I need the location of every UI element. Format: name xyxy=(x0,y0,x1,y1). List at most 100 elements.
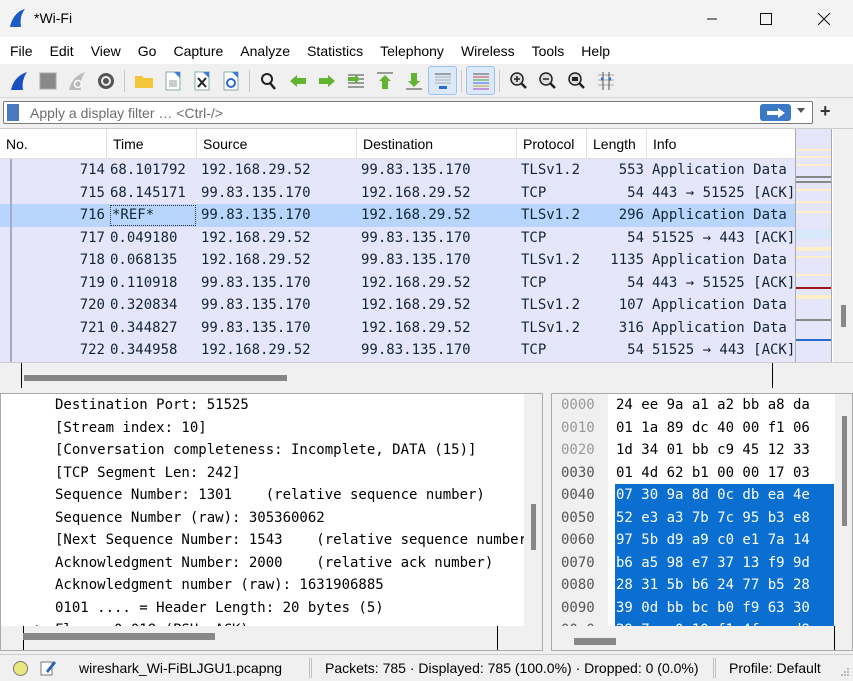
menu-capture[interactable]: Capture xyxy=(168,43,235,59)
packet-list-vscrollbar[interactable] xyxy=(833,129,853,362)
packet-minimap[interactable] xyxy=(795,129,832,362)
menu-edit[interactable]: Edit xyxy=(45,43,86,59)
open-file-button[interactable] xyxy=(129,66,158,95)
find-packet-button[interactable] xyxy=(254,66,283,95)
details-hscrollbar[interactable] xyxy=(1,626,542,650)
column-header-time[interactable]: Time xyxy=(107,129,197,159)
go-to-packet-button[interactable] xyxy=(341,66,370,95)
column-header-length[interactable]: Length xyxy=(587,129,647,159)
packet-row[interactable]: 718 0.068135 192.168.29.52 99.83.135.170… xyxy=(0,249,795,272)
scroll-thumb[interactable] xyxy=(531,504,536,550)
toolbar-separator xyxy=(461,69,462,92)
menu-wireless[interactable]: Wireless xyxy=(456,43,527,59)
detail-line[interactable]: [Stream index: 10] xyxy=(55,417,207,440)
start-capture-button[interactable] xyxy=(4,66,33,95)
packet-length: 107 xyxy=(618,297,644,313)
menu-tools[interactable]: Tools xyxy=(527,43,577,59)
profile-selector[interactable]: Profile: Default xyxy=(729,660,821,676)
display-filter-input[interactable]: Apply a display filter … <Ctrl-/> xyxy=(3,101,813,124)
hex-bytes[interactable]: 24 ee 9a a1 a2 bb a8 da xyxy=(615,394,834,417)
detail-line[interactable]: [Next Sequence Number: 1543 (relative se… xyxy=(55,529,542,552)
close-button[interactable] xyxy=(801,0,847,37)
details-vscrollbar[interactable] xyxy=(524,394,542,626)
packet-row[interactable]: 715 68.145171 99.83.135.170 192.168.29.5… xyxy=(0,182,795,205)
packet-list-hscrollbar[interactable] xyxy=(0,362,853,388)
colorize-button[interactable] xyxy=(466,66,495,95)
capture-comment-icon[interactable] xyxy=(40,659,56,676)
zoom-in-button[interactable] xyxy=(504,66,533,95)
stop-capture-button[interactable] xyxy=(33,66,62,95)
go-back-button[interactable] xyxy=(283,66,312,95)
expert-info-indicator-icon[interactable] xyxy=(13,661,28,676)
packet-row[interactable]: 719 0.110918 99.83.135.170 192.168.29.52… xyxy=(0,272,795,295)
detail-line[interactable]: 0101 .... = Header Length: 20 bytes (5) xyxy=(55,597,384,620)
packet-row[interactable]: 721 0.344827 99.83.135.170 192.168.29.52… xyxy=(0,317,795,340)
restart-capture-button[interactable] xyxy=(62,66,91,95)
packet-protocol: TLSv1.2 xyxy=(521,297,581,313)
packet-destination: 192.168.29.52 xyxy=(361,297,471,313)
scroll-thumb[interactable] xyxy=(23,633,215,640)
detail-line[interactable]: Acknowledgment number (raw): 1631906885 xyxy=(55,574,384,597)
capture-options-button[interactable] xyxy=(91,66,120,95)
packet-time: 0.068135 xyxy=(110,252,178,268)
packet-source: 99.83.135.170 xyxy=(201,297,311,313)
detail-line[interactable]: Sequence Number: 1301 (relative sequence… xyxy=(55,484,485,507)
close-file-button[interactable] xyxy=(187,66,216,95)
column-header-info[interactable]: Info xyxy=(647,129,795,159)
filter-bookmark-icon[interactable] xyxy=(7,104,19,121)
resize-columns-button[interactable] xyxy=(591,66,620,95)
packet-row[interactable]: 714 68.101792 192.168.29.52 99.83.135.17… xyxy=(0,159,795,182)
column-header-destination[interactable]: Destination xyxy=(357,129,517,159)
hex-bytes[interactable]: 01 1a 89 dc 40 00 f1 06 xyxy=(615,417,834,440)
apply-filter-button[interactable] xyxy=(760,104,791,121)
hex-bytes-selected[interactable]: b6 a5 98 e7 37 13 f9 9d xyxy=(615,551,834,574)
packet-row-selected[interactable]: 716 *REF* 99.83.135.170 192.168.29.52 TL… xyxy=(0,204,795,227)
detail-line[interactable]: Destination Port: 51525 xyxy=(55,394,249,417)
hex-bytes[interactable]: 1d 34 01 bb c9 45 12 33 xyxy=(615,439,834,462)
hex-bytes-selected[interactable]: 97 5b d9 a9 c0 e1 7a 14 xyxy=(615,529,834,552)
menu-analyze[interactable]: Analyze xyxy=(235,43,302,59)
scroll-thumb[interactable] xyxy=(574,638,616,645)
last-packet-button[interactable] xyxy=(399,66,428,95)
detail-line[interactable]: Sequence Number (raw): 305360062 xyxy=(55,507,325,530)
menu-file[interactable]: File xyxy=(5,43,45,59)
column-header-source[interactable]: Source xyxy=(197,129,357,159)
maximize-button[interactable] xyxy=(743,0,789,37)
go-forward-button[interactable] xyxy=(312,66,341,95)
minimize-button[interactable] xyxy=(689,0,735,37)
menu-help[interactable]: Help xyxy=(576,43,622,59)
column-header-no[interactable]: No. xyxy=(0,129,107,159)
packet-row[interactable]: 720 0.320834 99.83.135.170 192.168.29.52… xyxy=(0,294,795,317)
save-file-button[interactable] xyxy=(158,66,187,95)
filter-history-dropdown[interactable] xyxy=(797,108,805,113)
reload-file-button[interactable] xyxy=(216,66,245,95)
hex-bytes-selected[interactable]: 52 e3 a3 7b 7c 95 b3 e8 xyxy=(615,506,834,529)
detail-line[interactable]: [Conversation completeness: Incomplete, … xyxy=(55,439,476,462)
auto-scroll-button[interactable] xyxy=(428,66,457,95)
column-header-protocol[interactable]: Protocol xyxy=(517,129,587,159)
hex-bytes[interactable]: 01 4d 62 b1 00 00 17 03 xyxy=(615,462,834,485)
detail-line[interactable]: Acknowledgment Number: 2000 (relative ac… xyxy=(55,552,493,575)
scroll-thumb[interactable] xyxy=(24,375,287,381)
hex-bytes-selected[interactable]: 28 31 5b b6 24 77 b5 28 xyxy=(615,574,834,597)
bytes-vscrollbar[interactable] xyxy=(835,394,852,626)
resize-grip-icon[interactable] xyxy=(840,667,850,677)
menu-telephony[interactable]: Telephony xyxy=(375,43,456,59)
bytes-hscrollbar[interactable] xyxy=(552,626,852,650)
menu-view[interactable]: View xyxy=(86,43,133,59)
first-packet-button[interactable] xyxy=(370,66,399,95)
menu-go[interactable]: Go xyxy=(133,43,169,59)
hex-bytes-selected[interactable]: 39 0d bb bc b0 f9 63 30 xyxy=(615,596,834,619)
scroll-thumb[interactable] xyxy=(841,305,846,327)
scroll-thumb[interactable] xyxy=(842,416,847,526)
packet-source: 192.168.29.52 xyxy=(201,342,311,358)
zoom-out-button[interactable] xyxy=(533,66,562,95)
menu-statistics[interactable]: Statistics xyxy=(302,43,375,59)
packet-row[interactable]: 717 0.049180 192.168.29.52 99.83.135.170… xyxy=(0,227,795,250)
packet-row[interactable]: 722 0.344958 192.168.29.52 99.83.135.170… xyxy=(0,339,795,362)
add-filter-button[interactable]: + xyxy=(820,101,831,122)
normal-size-button[interactable] xyxy=(562,66,591,95)
packet-destination: 192.168.29.52 xyxy=(361,184,471,201)
hex-bytes-selected[interactable]: 07 30 9a 8d 0c db ea 4e xyxy=(615,484,834,507)
detail-line[interactable]: [TCP Segment Len: 242] xyxy=(55,462,240,485)
